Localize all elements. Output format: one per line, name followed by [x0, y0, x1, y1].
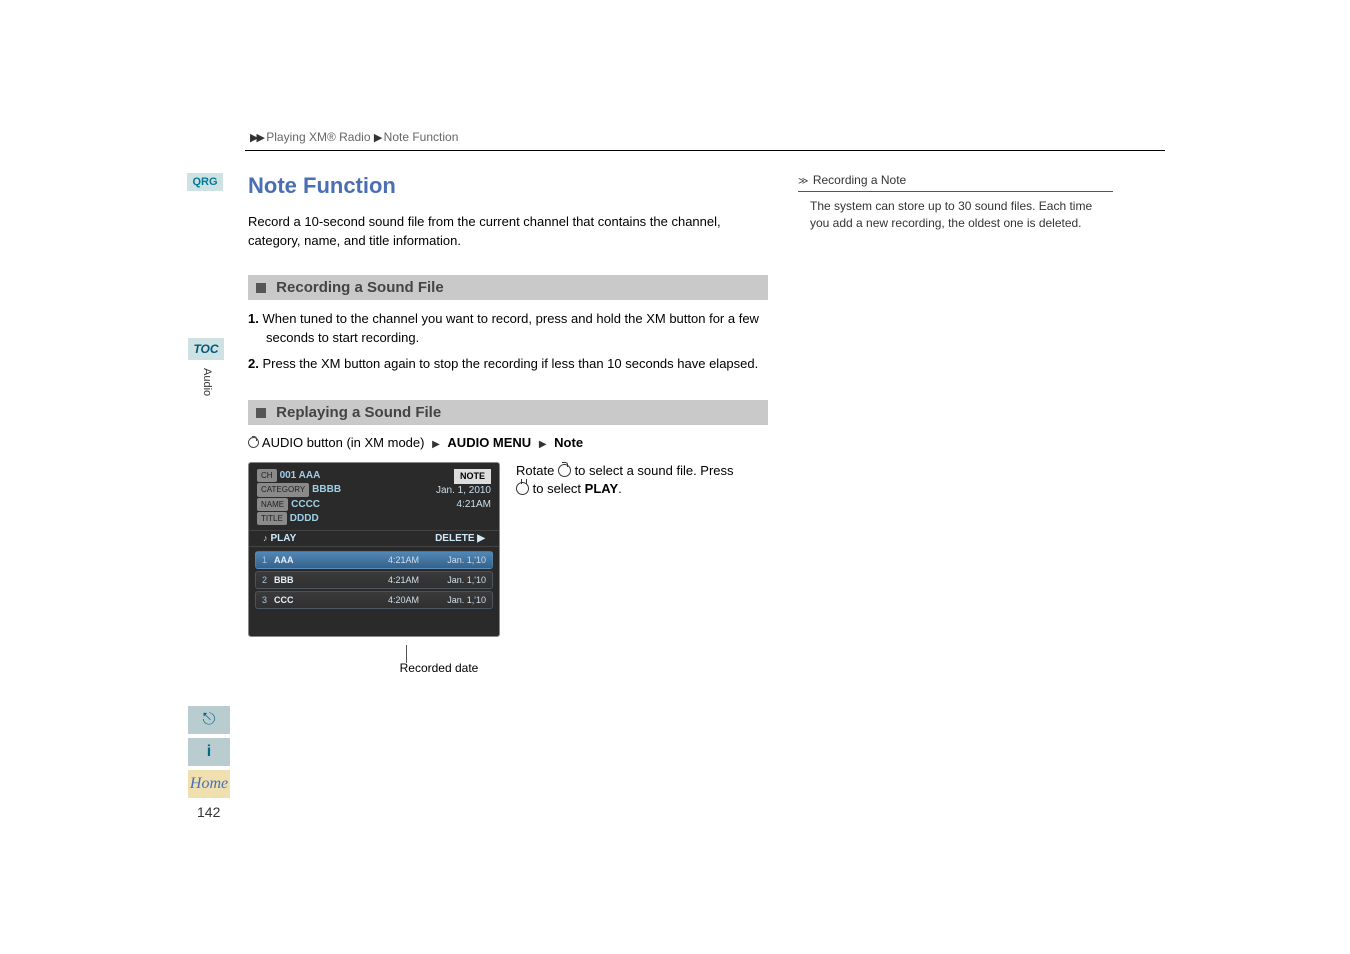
list-item: 2 BBB 4:21AM Jan. 1,'10: [255, 571, 493, 589]
play-icon: ♪: [263, 533, 268, 543]
section-replaying-title: Replaying a Sound File: [276, 404, 441, 421]
screen-delete-button: DELETE ▶: [435, 533, 485, 544]
square-bullet-icon: [256, 408, 266, 418]
tip-title: Recording a Note: [813, 173, 906, 187]
section-recording-title: Recording a Sound File: [276, 279, 444, 296]
screen-info-left: CH001 AAA CATEGORYBBBB NAMECCCC TITLEDDD…: [257, 469, 341, 526]
tip-body: The system can store up to 30 sound file…: [798, 198, 1113, 233]
list-item-date: Jan. 1,'10: [434, 575, 486, 585]
list-item-index: 2: [262, 575, 274, 585]
period: .: [618, 481, 622, 496]
breadcrumb-seg-1: Playing XM® Radio: [266, 130, 370, 144]
category-label: CATEGORY: [257, 483, 309, 496]
triangle-icon: ▶: [428, 439, 444, 450]
ch-value: 001 AAA: [280, 470, 321, 481]
voice-button[interactable]: ⎋: [188, 706, 230, 734]
side-section-label: Audio: [201, 368, 213, 396]
list-item: 3 CCC 4:20AM Jan. 1,'10: [255, 591, 493, 609]
list-item-index: 1: [262, 555, 274, 565]
breadcrumb-arrow-icon: ▶▶: [250, 132, 263, 144]
note-badge: NOTE: [454, 469, 491, 484]
breadcrumb-arrow-icon: ▶: [374, 132, 380, 144]
list-item-name: BBB: [274, 575, 388, 585]
menu-path-audio-menu: AUDIO MENU: [447, 435, 531, 450]
list-item-time: 4:21AM: [388, 555, 434, 565]
device-screenshot: CH001 AAA CATEGORYBBBB NAMECCCC TITLEDDD…: [248, 462, 500, 637]
recorded-date-caption: Recorded date: [248, 661, 500, 675]
list-item: 1 AAA 4:21AM Jan. 1,'10: [255, 551, 493, 569]
divider: [245, 150, 1165, 151]
qrg-badge[interactable]: QRG: [187, 173, 223, 191]
play-word: PLAY: [585, 481, 618, 496]
category-value: BBBB: [312, 485, 341, 496]
screen-date: Jan. 1, 2010: [436, 484, 491, 498]
rotate-rest: to select a sound file. Press: [575, 463, 734, 478]
step-1-text: When tuned to the channel you want to re…: [262, 311, 758, 345]
main-column: Note Function Record a 10-second sound f…: [248, 173, 768, 675]
list-item-index: 3: [262, 595, 274, 605]
screen-info-right: NOTE Jan. 1, 2010 4:21AM: [436, 469, 491, 526]
screen-list: 1 AAA 4:21AM Jan. 1,'10 2 BBB 4:21AM Jan…: [249, 547, 499, 615]
list-item-name: CCC: [274, 595, 388, 605]
list-item-time: 4:21AM: [388, 575, 434, 585]
ch-label: CH: [257, 469, 277, 482]
list-item-name: AAA: [274, 555, 388, 565]
triangle-icon: ▶: [477, 533, 485, 544]
selector-knob-icon: [248, 437, 259, 448]
triangle-icon: ▶: [535, 439, 551, 450]
press-rest: to select: [533, 481, 585, 496]
screen-time: 4:21AM: [436, 498, 491, 512]
replay-instruction: Rotate to select a sound file. Press to …: [516, 462, 734, 675]
breadcrumb: ▶▶ Playing XM® Radio ▶ Note Function: [185, 130, 1145, 150]
title-label: TITLE: [257, 512, 287, 525]
press-dial-icon: [516, 482, 529, 495]
section-replaying: Replaying a Sound File: [248, 400, 768, 425]
home-button[interactable]: Home: [188, 770, 230, 798]
name-value: CCCC: [291, 499, 320, 510]
intro-text: Record a 10-second sound file from the c…: [248, 213, 768, 251]
screen-play-button: ♪PLAY: [263, 533, 296, 544]
rotate-dial-icon: [558, 464, 571, 477]
square-bullet-icon: [256, 283, 266, 293]
step-1-num: 1.: [248, 311, 259, 326]
page-number: 142: [197, 804, 220, 820]
step-2-text: Press the XM button again to stop the re…: [262, 356, 758, 371]
section-recording: Recording a Sound File: [248, 275, 768, 300]
menu-path-prefix: AUDIO button (in XM mode): [262, 435, 425, 450]
info-button[interactable]: i: [188, 738, 230, 766]
tip-header: ≫ Recording a Note: [798, 173, 1113, 192]
step-1: 1. When tuned to the channel you want to…: [248, 310, 768, 348]
tip-column: ≫ Recording a Note The system can store …: [798, 173, 1113, 675]
list-item-date: Jan. 1,'10: [434, 595, 486, 605]
menu-path-note: Note: [554, 435, 583, 450]
list-item-date: Jan. 1,'10: [434, 555, 486, 565]
rotate-word: Rotate: [516, 463, 554, 478]
voice-icon: ⎋: [203, 711, 216, 729]
step-2-num: 2.: [248, 356, 259, 371]
name-label: NAME: [257, 498, 288, 511]
menu-path: AUDIO button (in XM mode) ▶ AUDIO MENU ▶…: [248, 435, 768, 450]
info-icon: i: [207, 743, 211, 761]
step-2: 2. Press the XM button again to stop the…: [248, 355, 768, 374]
toc-button[interactable]: TOC: [188, 338, 224, 360]
title-value: DDDD: [290, 513, 319, 524]
chevron-icon: ≫: [798, 176, 805, 187]
breadcrumb-seg-2: Note Function: [384, 130, 459, 144]
list-item-time: 4:20AM: [388, 595, 434, 605]
page-title: Note Function: [248, 173, 768, 199]
